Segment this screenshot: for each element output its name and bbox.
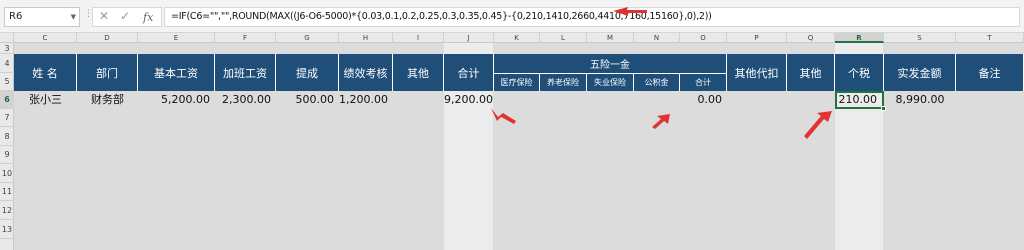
- header-insurance-total: 合计: [680, 73, 727, 91]
- name-box[interactable]: R6 ▼: [4, 7, 80, 27]
- column-header-O[interactable]: O: [680, 33, 727, 43]
- cell-total[interactable]: 9,200.00: [444, 91, 494, 109]
- cell-net-pay[interactable]: 8,990.00: [884, 91, 956, 109]
- header-insurance-group: 五险一金: [494, 54, 727, 73]
- row-header-10[interactable]: 10: [0, 164, 14, 183]
- header-housing-fund: 公积金: [634, 73, 680, 91]
- cell-insurance-total[interactable]: 0.00: [680, 91, 727, 109]
- column-header-F[interactable]: F: [215, 33, 276, 43]
- column-header-G[interactable]: G: [276, 33, 339, 43]
- column-header-L[interactable]: L: [540, 33, 587, 43]
- formula-bar: R6 ▼ ⋮ ✕ ✓ fx =IF(C6="","",ROUND(MAX((J6…: [0, 0, 1024, 33]
- row-header-7[interactable]: 7: [0, 109, 14, 127]
- check-icon[interactable]: ✓: [120, 9, 130, 23]
- row-header-3[interactable]: 3: [0, 43, 14, 54]
- select-all-corner[interactable]: [0, 33, 14, 43]
- chevron-down-icon[interactable]: ▼: [71, 8, 76, 26]
- header-medical-insurance: 医疗保险: [494, 73, 540, 91]
- header-other: 其他: [393, 54, 444, 91]
- cell-grid[interactable]: 姓 名 部门 基本工资 加班工资 提成 绩效考核 其他 合计 五险一金 医疗保险…: [14, 43, 1024, 250]
- row-header-11[interactable]: 11: [0, 183, 14, 201]
- column-header-R[interactable]: R: [835, 33, 884, 43]
- cell-department[interactable]: 财务部: [77, 91, 138, 109]
- cell-base-salary[interactable]: 5,200.00: [138, 91, 215, 109]
- column-header-M[interactable]: M: [587, 33, 634, 43]
- column-header-H[interactable]: H: [339, 33, 393, 43]
- fill-handle[interactable]: [881, 106, 886, 111]
- row-header-5[interactable]: 5: [0, 73, 14, 91]
- column-header-T[interactable]: T: [956, 33, 1024, 43]
- row-headers: 3 4 5 6 7 8 9 10 11 12 13: [0, 43, 14, 250]
- column-header-I[interactable]: I: [393, 33, 444, 43]
- column-header-J[interactable]: J: [444, 33, 494, 43]
- close-icon[interactable]: ✕: [99, 9, 109, 23]
- header-pension-insurance: 养老保险: [540, 73, 587, 91]
- cell-performance[interactable]: 1,200.00: [339, 91, 393, 109]
- formula-text: =IF(C6="","",ROUND(MAX((J6-O6-5000)*{0.0…: [171, 11, 712, 22]
- column-header-C[interactable]: C: [14, 33, 77, 43]
- cell-name[interactable]: 张小三: [14, 91, 77, 109]
- column-header-N[interactable]: N: [634, 33, 680, 43]
- header-other-2: 其他: [787, 54, 835, 91]
- header-performance: 绩效考核: [339, 54, 393, 91]
- header-commission: 提成: [276, 54, 339, 91]
- row-header-9[interactable]: 9: [0, 146, 14, 164]
- row-header-4[interactable]: 4: [0, 54, 14, 73]
- row-header-13[interactable]: 13: [0, 220, 14, 239]
- formula-input[interactable]: =IF(C6="","",ROUND(MAX((J6-O6-5000)*{0.0…: [164, 7, 1020, 27]
- header-total: 合计: [444, 54, 494, 91]
- column-headers: C D E F G H I J K L M N O P Q R S T: [0, 33, 1024, 43]
- column-header-E[interactable]: E: [138, 33, 215, 43]
- header-unemployment-insurance: 失业保险: [587, 73, 634, 91]
- header-income-tax: 个税: [835, 54, 884, 91]
- column-header-D[interactable]: D: [77, 33, 138, 43]
- header-base-salary: 基本工资: [138, 54, 215, 91]
- header-remarks: 备注: [956, 54, 1024, 91]
- header-department: 部门: [77, 54, 138, 91]
- header-name: 姓 名: [14, 54, 77, 91]
- cell-income-tax-selected[interactable]: 210.00: [835, 91, 884, 109]
- column-header-P[interactable]: P: [727, 33, 787, 43]
- column-header-S[interactable]: S: [884, 33, 956, 43]
- header-net-pay: 实发金额: [884, 54, 956, 91]
- row-header-6[interactable]: 6: [0, 91, 14, 109]
- column-header-K[interactable]: K: [494, 33, 540, 43]
- fx-icon[interactable]: fx: [143, 11, 153, 24]
- row-header-8[interactable]: 8: [0, 127, 14, 146]
- header-overtime-pay: 加班工资: [215, 54, 276, 91]
- formula-buttons: ✕ ✓ fx: [92, 7, 162, 27]
- column-header-Q[interactable]: Q: [787, 33, 835, 43]
- cell-overtime-pay[interactable]: 2,300.00: [215, 91, 276, 109]
- cell-commission[interactable]: 500.00: [276, 91, 339, 109]
- row-header-12[interactable]: 12: [0, 201, 14, 220]
- name-box-value: R6: [9, 11, 23, 22]
- header-other-deductions: 其他代扣: [727, 54, 787, 91]
